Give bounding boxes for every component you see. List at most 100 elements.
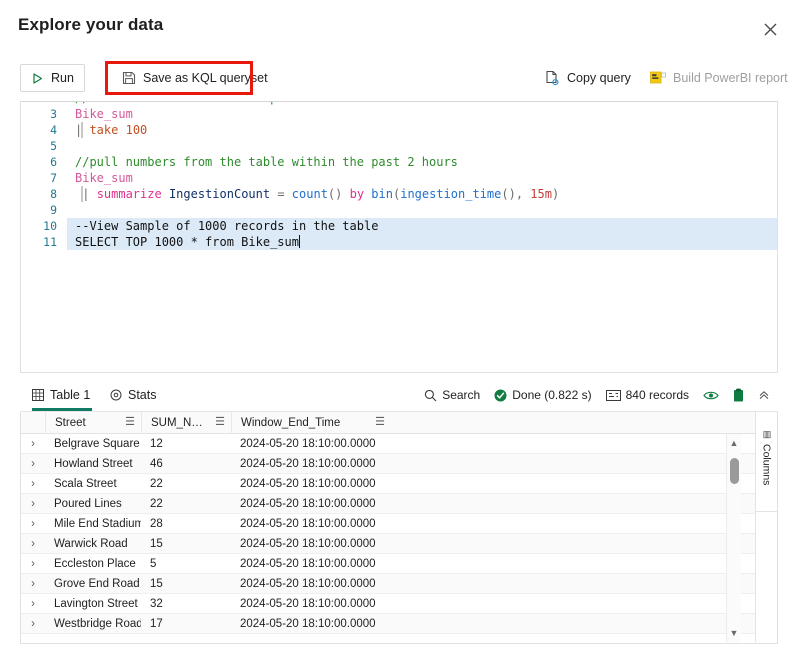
scroll-up-arrow-icon[interactable]: ▲ [727, 436, 741, 450]
cell-street: Belgrave Square [54, 437, 140, 450]
dialog-header: Explore your data [0, 0, 800, 56]
table-row[interactable]: › Belgrave Square 12 2024-05-20 18:10:00.00… [21, 434, 777, 454]
scroll-down-arrow-icon[interactable]: ▼ [727, 626, 741, 640]
grid-column-header-label: Street [55, 416, 86, 429]
run-button-label: Run [51, 71, 74, 85]
table-row[interactable]: › Eccleston Place 5 2024-05-20 18:10:00.000… [21, 554, 777, 574]
column-menu-icon[interactable]: ☰ [215, 417, 225, 428]
table-row[interactable]: › Westbridge Road 17 2024-05-20 18:10:00.00… [21, 614, 777, 634]
column-menu-icon[interactable]: ☰ [125, 417, 135, 428]
cell-sum-no-bikes: 22 [150, 497, 163, 510]
search-icon [424, 389, 437, 402]
cell-street: Howland Street [54, 457, 133, 470]
table-row[interactable]: › Howland Street 46 2024-05-20 18:10:00.000… [21, 454, 777, 474]
cell-street: Westbridge Road [54, 617, 141, 630]
text-caret [298, 235, 300, 248]
cell-window-end-time: 2024-05-20 18:10:00.0000 [240, 617, 376, 630]
save-as-kql-queryset-button[interactable]: Save as KQL queryset [112, 64, 278, 92]
table-row[interactable]: › Poured Lines 22 2024-05-20 18:10:00.0000 [21, 494, 777, 514]
cell-street: Scala Street [54, 477, 117, 490]
toggle-visibility-button[interactable] [703, 390, 719, 401]
row-expand-icon[interactable]: › [21, 474, 45, 494]
code-token: = [270, 187, 292, 201]
row-expand-icon[interactable]: › [21, 554, 45, 574]
close-button[interactable] [758, 17, 782, 41]
scrollbar-thumb[interactable] [730, 458, 739, 484]
cell-sum-no-bikes: 12 [150, 437, 163, 450]
query-editor[interactable]: 2// use "take" to view a sample number o… [20, 101, 778, 373]
code-line-text: | take 100 [67, 122, 777, 138]
code-token: summarize [96, 187, 162, 201]
cell-sum-no-bikes: 46 [150, 457, 163, 470]
record-count-label: 840 records [625, 388, 689, 402]
grid-column-header[interactable]: Window_End_Time ☰ [231, 412, 391, 434]
run-button[interactable]: Run [20, 64, 85, 92]
cell-window-end-time: 2024-05-20 18:10:00.0000 [240, 557, 376, 570]
tab-stats[interactable]: Stats [110, 382, 157, 408]
code-line-text: //pull numbers from the table within the… [67, 154, 777, 170]
row-expand-icon[interactable]: › [21, 614, 45, 634]
status-badge: Done (0.822 s) [494, 388, 592, 402]
cell-street: Mile End Stadium [54, 517, 141, 530]
cell-sum-no-bikes: 32 [150, 597, 163, 610]
code-line: 3 Bike_sum [21, 106, 777, 122]
row-expand-icon[interactable]: › [21, 594, 45, 614]
results-toolbar-actions: Search Done (0.822 s) 840 records [424, 382, 770, 408]
table-row[interactable]: › Scala Street 22 2024-05-20 18:10:00.0000 [21, 474, 777, 494]
code-token: | [75, 187, 97, 201]
row-expand-icon[interactable]: › [21, 454, 45, 474]
row-expand-icon[interactable]: › [21, 534, 45, 554]
record-count: 840 records [605, 388, 689, 402]
code-token: Bike_sum [75, 107, 133, 121]
eye-icon [703, 390, 719, 401]
active-tab-underline [32, 408, 92, 411]
code-lines: 2// use "take" to view a sample number o… [21, 102, 777, 250]
cell-street: Poured Lines [54, 497, 122, 510]
search-button[interactable]: Search [424, 388, 480, 402]
collapse-results-button[interactable] [758, 389, 770, 401]
code-line: 6 //pull numbers from the table within th… [21, 154, 777, 170]
cell-window-end-time: 2024-05-20 18:10:00.0000 [240, 597, 376, 610]
row-expand-icon[interactable]: › [21, 514, 45, 534]
columns-side-panel: ▥ Columns [755, 412, 777, 642]
code-token: by [349, 187, 365, 201]
table-row[interactable]: › Grove End Road 15 2024-05-20 18:10:00.000… [21, 574, 777, 594]
grid-column-header[interactable]: Street ☰ [45, 412, 141, 434]
table-row[interactable]: › Warwick Road 15 2024-05-20 18:10:00.0000 [21, 534, 777, 554]
row-expand-icon[interactable]: › [21, 434, 45, 454]
copy-query-button[interactable]: Copy query [534, 64, 641, 92]
grid-vertical-scrollbar[interactable]: ▲ ▼ [726, 434, 741, 642]
command-bar: Run Save as KQL queryset Copy query Buil… [0, 56, 800, 100]
columns-panel-tab[interactable]: ▥ Columns [756, 426, 777, 512]
code-token: --View Sample of 1000 records in the tab… [75, 219, 379, 233]
code-line-text: SELECT TOP 1000 * from Bike_sum [67, 234, 777, 250]
line-number: 5 [50, 139, 57, 153]
cell-window-end-time: 2024-05-20 18:10:00.0000 [240, 437, 376, 450]
line-number: 9 [50, 203, 57, 217]
table-row[interactable]: › Mile End Stadium 28 2024-05-20 18:10:00.0… [21, 514, 777, 534]
table-icon [32, 389, 44, 401]
save-icon [122, 71, 136, 85]
code-line: 11 SELECT TOP 1000 * from Bike_sum [21, 234, 777, 250]
line-number: 4 [50, 123, 57, 137]
code-line: 7 Bike_sum [21, 170, 777, 186]
explore-your-data-dialog: Explore your data Run Save as KQL querys… [0, 0, 800, 672]
line-number: 10 [43, 219, 57, 233]
search-label: Search [442, 388, 481, 402]
cell-sum-no-bikes: 17 [150, 617, 163, 630]
close-icon [764, 23, 777, 36]
grid-header-expander-cell [21, 412, 45, 434]
grid-column-header-label: SUM_No_Bikes [151, 416, 209, 429]
column-menu-icon[interactable]: ☰ [375, 417, 385, 428]
grid-column-header[interactable]: SUM_No_Bikes ☰ [141, 412, 231, 434]
clipboard-button[interactable] [733, 388, 744, 402]
cell-window-end-time: 2024-05-20 18:10:00.0000 [240, 457, 376, 470]
row-expand-icon[interactable]: › [21, 494, 45, 514]
row-expand-icon[interactable]: › [21, 574, 45, 594]
tab-table-1[interactable]: Table 1 [32, 382, 90, 408]
tab-stats-label: Stats [128, 388, 157, 402]
table-row[interactable]: › Lavington Street 32 2024-05-20 18:10:00.0… [21, 594, 777, 614]
build-powerbi-report-button[interactable]: Build PowerBI report [640, 64, 798, 92]
